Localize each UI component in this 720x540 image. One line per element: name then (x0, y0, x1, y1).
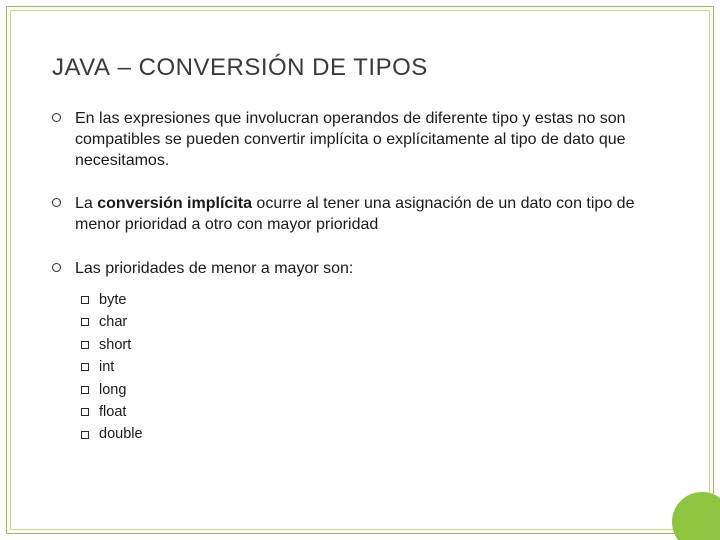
list-item: long (81, 379, 668, 401)
square-bullet-icon (81, 341, 89, 349)
circle-bullet-icon (52, 113, 61, 122)
priority-label: int (99, 356, 114, 378)
circle-bullet-icon (52, 198, 61, 207)
bullet-bold: conversión implícita (97, 195, 252, 212)
title-word1-first: J (52, 54, 65, 81)
title-word1-rest: AVA (65, 54, 111, 81)
list-item: La conversión implícita ocurre al tener … (52, 193, 668, 235)
list-item: byte (81, 289, 668, 311)
title-word2: CONVERSIÓN DE TIPOS (139, 54, 428, 81)
priority-label: char (99, 311, 127, 333)
square-bullet-icon (81, 296, 89, 304)
square-bullet-icon (81, 363, 89, 371)
bullet-lead: Las prioridades de menor a mayor son: (75, 260, 353, 277)
square-bullet-icon (81, 318, 89, 326)
slide-content: JAVA – CONVERSIÓN DE TIPOS En las expres… (10, 10, 710, 530)
priority-label: byte (99, 289, 126, 311)
priority-label: double (99, 423, 143, 445)
priority-label: float (99, 401, 126, 423)
priority-label: long (99, 379, 126, 401)
list-item: float (81, 401, 668, 423)
priority-label: short (99, 334, 131, 356)
list-item: char (81, 311, 668, 333)
slide-title: JAVA – CONVERSIÓN DE TIPOS (52, 54, 668, 82)
bullet-text: En las expresiones que involucran operan… (75, 108, 668, 171)
main-bullet-list: En las expresiones que involucran operan… (52, 108, 668, 446)
square-bullet-icon (81, 386, 89, 394)
square-bullet-icon (81, 431, 89, 439)
bullet-text: Las prioridades de menor a mayor son: by… (75, 258, 668, 446)
square-bullet-icon (81, 408, 89, 416)
priority-sub-list: byte char short int (75, 279, 668, 446)
list-item: int (81, 356, 668, 378)
list-item: En las expresiones que involucran operan… (52, 108, 668, 171)
list-item: short (81, 334, 668, 356)
list-item: Las prioridades de menor a mayor son: by… (52, 258, 668, 446)
title-sep: – (110, 54, 138, 81)
list-item: double (81, 423, 668, 445)
bullet-text: La conversión implícita ocurre al tener … (75, 193, 668, 235)
bullet-prefix: La (75, 195, 97, 212)
circle-bullet-icon (52, 263, 61, 272)
